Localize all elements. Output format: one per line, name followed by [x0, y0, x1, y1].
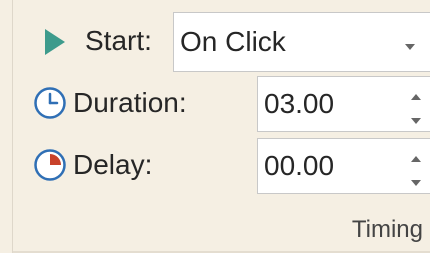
- play-icon: [43, 28, 67, 61]
- timing-group-label: Timing: [351, 216, 423, 243]
- delay-clock-icon: [33, 148, 67, 187]
- start-dropdown[interactable]: On Click: [173, 12, 430, 72]
- delay-spinner[interactable]: 00.00: [257, 138, 430, 194]
- spin-up-icon[interactable]: [410, 88, 422, 106]
- spin-down-icon[interactable]: [410, 112, 422, 130]
- clock-icon: [33, 86, 67, 125]
- start-value: On Click: [180, 26, 286, 57]
- delay-value[interactable]: 00.00: [264, 149, 334, 183]
- chevron-down-icon[interactable]: [404, 38, 416, 56]
- duration-spinner[interactable]: 03.00: [257, 76, 430, 132]
- spin-up-icon[interactable]: [410, 150, 422, 168]
- timing-panel: Start: On Click Duration: 03.00 Delay: 0…: [12, 0, 430, 253]
- duration-label: Duration:: [73, 87, 187, 118]
- start-label: Start:: [85, 25, 152, 56]
- duration-value[interactable]: 03.00: [264, 87, 334, 121]
- delay-label: Delay:: [73, 149, 153, 180]
- spin-down-icon[interactable]: [410, 174, 422, 192]
